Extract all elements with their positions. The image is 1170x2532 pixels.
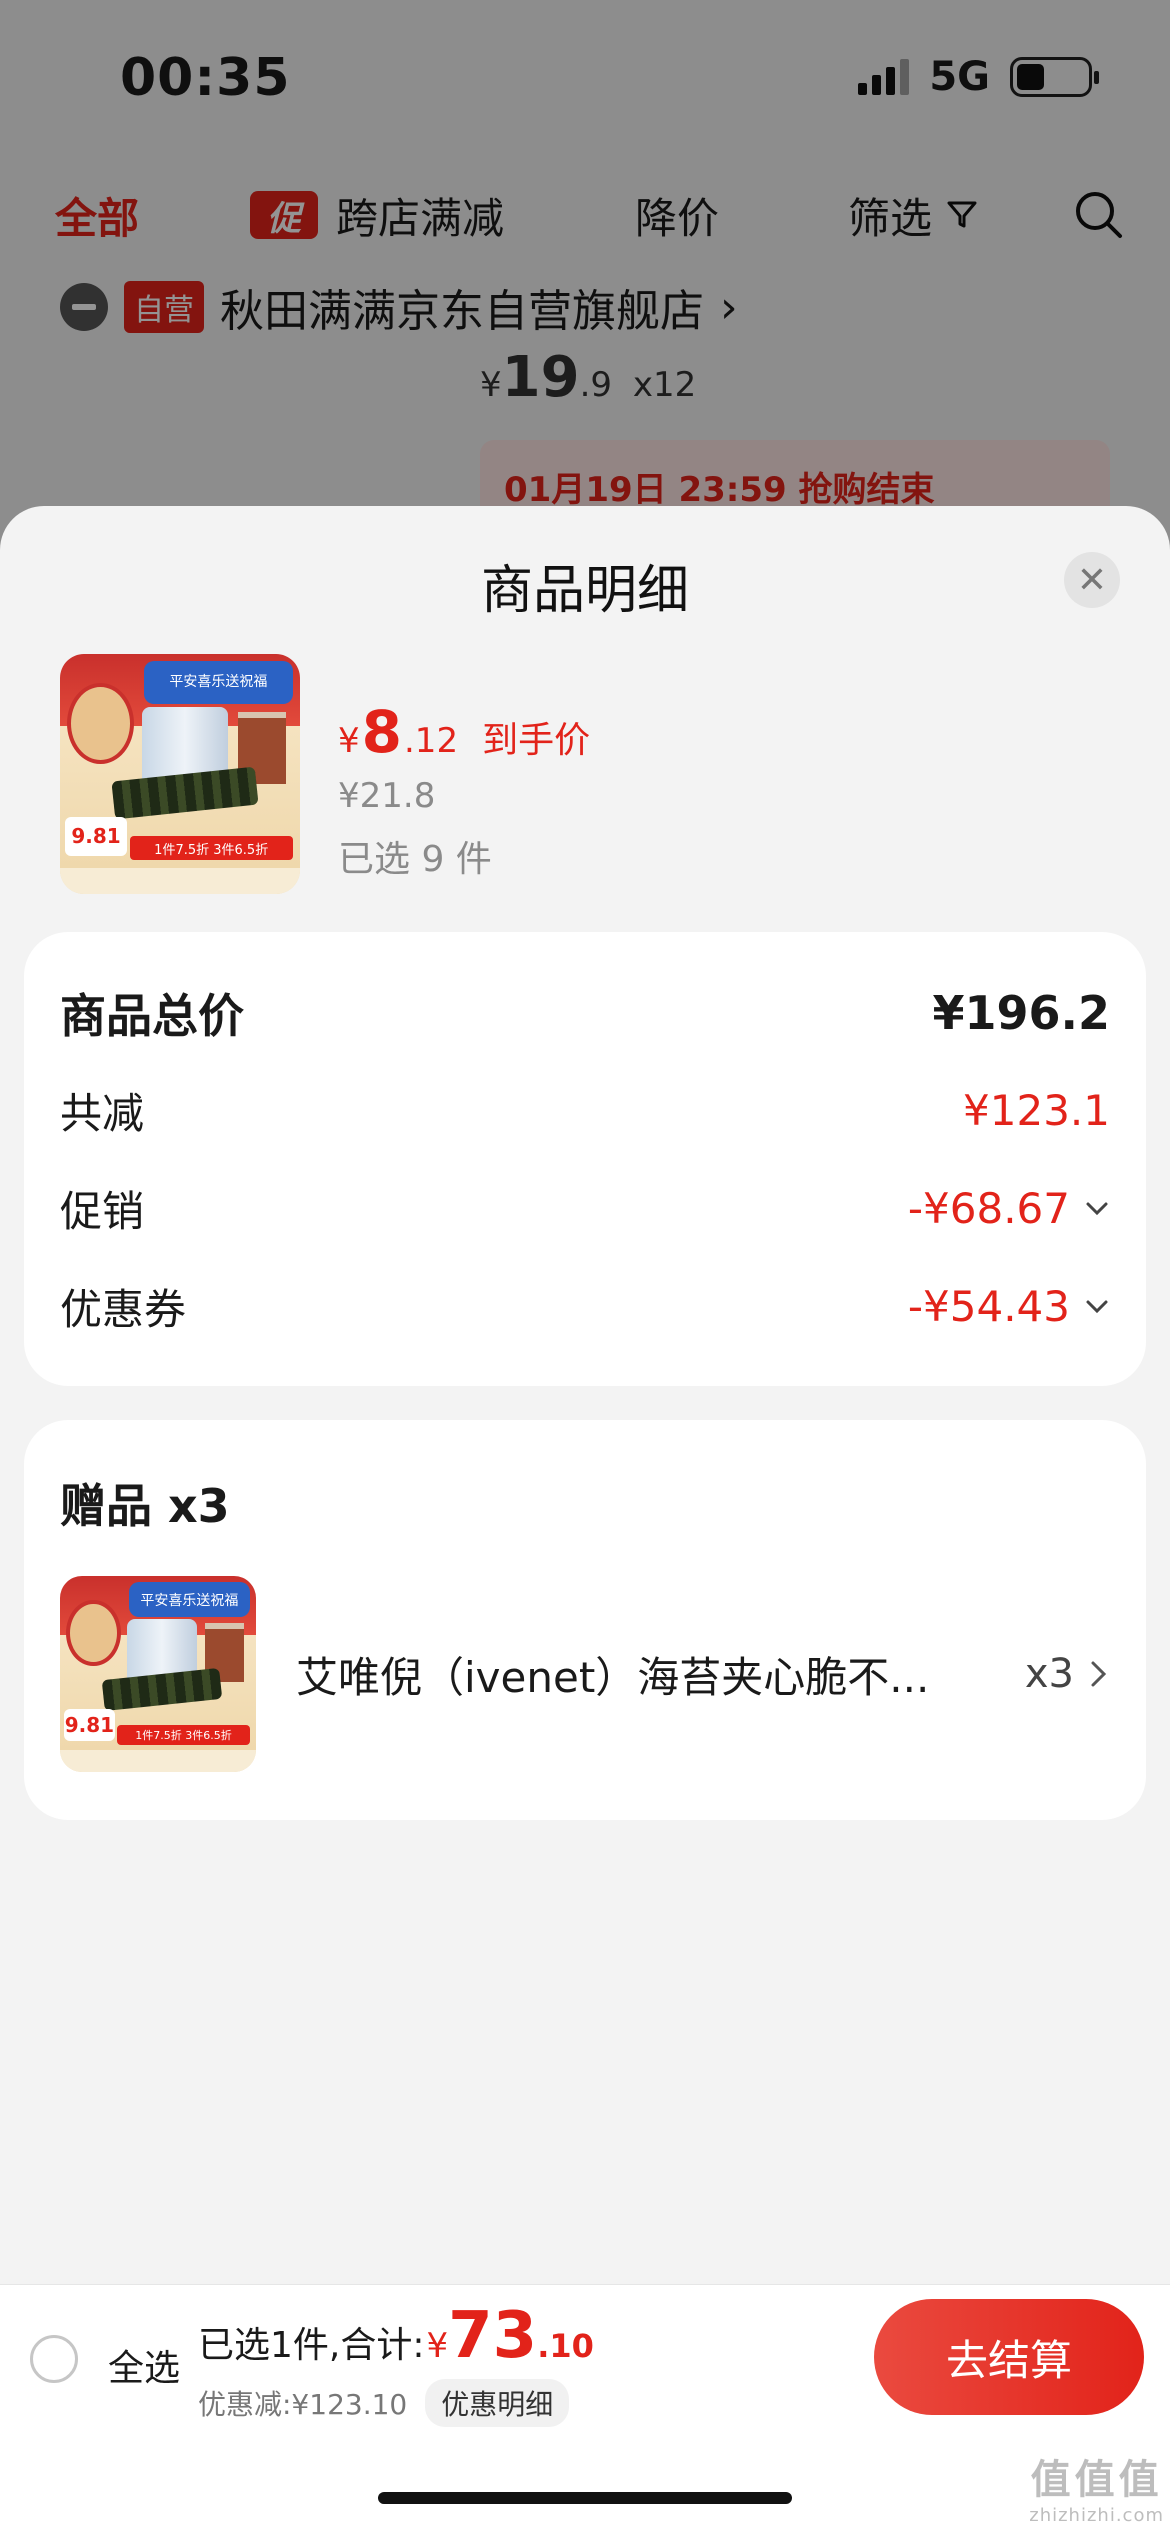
total-price-value: ¥196.2	[932, 986, 1110, 1040]
promo-row[interactable]: 促销 -¥68.67	[60, 1178, 1110, 1239]
product-summary: 平安喜乐送祝福 9.81 1件7.5折 3件6.5折 ¥ 8 .12 到手价 ¥…	[60, 654, 1130, 899]
coupon-value: -¥54.43	[907, 1282, 1070, 1331]
chevron-down-icon	[1086, 1300, 1108, 1313]
gift-title: 赠品 x3	[60, 1479, 230, 1533]
price-breakdown-card: 商品总价 ¥196.2 共减 ¥123.1 促销 -¥68.67 优惠券 -¥5…	[24, 932, 1146, 1386]
total-price-row: 商品总价 ¥196.2	[60, 980, 1110, 1046]
gift-item-name: 艾唯倪（ivenet）海苔夹心脆不...	[296, 1652, 930, 1702]
final-price-label: 到手价	[482, 720, 591, 761]
product-price-info: ¥ 8 .12 到手价 ¥21.8 已选 9 件	[338, 698, 590, 882]
promo-value-wrap: -¥68.67	[908, 1184, 1110, 1233]
summary-prefix: 已选1件,合计:	[198, 2325, 425, 2366]
total-price-label: 商品总价	[60, 989, 244, 1043]
select-all-radio[interactable]	[30, 2335, 78, 2383]
total-amount-dec: .10	[537, 2327, 594, 2365]
checkout-bar: 全选 已选1件,合计: ¥ 73 .10 优惠减:¥123.10 优惠明细 去结…	[0, 2284, 1170, 2428]
gift-item[interactable]: 平安喜乐送祝福 9.81 1件7.5折 3件6.5折 艾唯倪（ivenet）海苔…	[60, 1576, 1110, 1772]
home-indicator[interactable]	[378, 2492, 792, 2504]
coupon-row[interactable]: 优惠券 -¥54.43	[60, 1276, 1110, 1337]
chevron-down-icon	[1086, 1202, 1108, 1215]
select-all-label[interactable]: 全选	[108, 2339, 180, 2391]
chevron-right-icon	[1091, 1661, 1107, 1687]
original-price: ¥21.8	[338, 776, 436, 816]
checkout-button[interactable]: 去结算	[874, 2299, 1144, 2415]
product-image: 平安喜乐送祝福 9.81 1件7.5折 3件6.5折	[60, 654, 300, 894]
gift-image: 平安喜乐送祝福 9.81 1件7.5折 3件6.5折	[60, 1576, 256, 1772]
watermark-logo: 值值值 zhizhizhi.com	[1029, 2457, 1164, 2526]
sheet-title: 商品明细	[480, 561, 689, 621]
total-summary: 已选1件,合计: ¥ 73 .10	[198, 2299, 594, 2373]
coupon-value-wrap: -¥54.43	[908, 1282, 1110, 1331]
selected-count: 已选 9 件	[338, 839, 492, 880]
promo-value: -¥68.67	[907, 1184, 1070, 1233]
total-amount-int: 73	[448, 2299, 538, 2373]
coupon-label: 优惠券	[60, 1285, 187, 1334]
discount-text: 优惠减:¥123.10	[198, 2388, 408, 2421]
discount-summary: 优惠减:¥123.10 优惠明细	[198, 2379, 570, 2427]
home-bar-zone	[0, 2428, 1170, 2532]
close-button[interactable]: ✕	[1064, 552, 1120, 608]
gift-item-qty: x3	[1024, 1651, 1074, 1697]
promo-label: 促销	[60, 1187, 145, 1236]
product-detail-sheet: 商品明细 ✕ 平安喜乐送祝福 9.81 1件7.5折 3件6.5折 ¥ 8 .1…	[0, 506, 1170, 2532]
discount-detail-button[interactable]: 优惠明细	[425, 2379, 570, 2427]
gift-card: 赠品 x3 平安喜乐送祝福 9.81 1件7.5折 3件6.5折 艾唯倪（ive…	[24, 1420, 1146, 1820]
final-price: ¥ 8 .12 到手价	[338, 698, 591, 766]
reduce-row: 共减 ¥123.1	[60, 1080, 1110, 1141]
reduce-label: 共减	[60, 1089, 145, 1138]
reduce-value: ¥123.1	[963, 1086, 1110, 1135]
